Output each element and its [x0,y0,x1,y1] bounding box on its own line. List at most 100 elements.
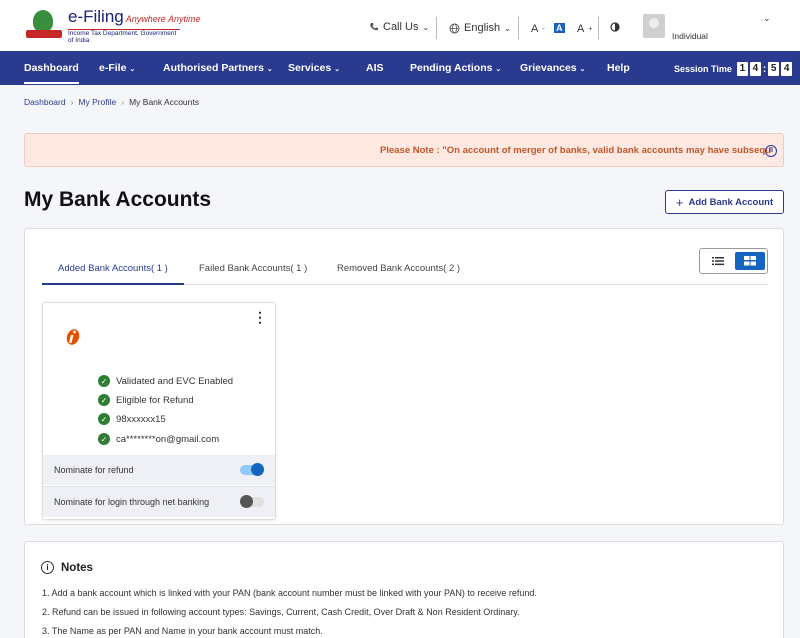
emblem-icon [24,8,64,42]
check-circle-icon: ✓ [98,413,110,425]
grid-icon [744,256,756,266]
session-label: Session Time [674,64,732,74]
font-decrease-label: A [531,23,539,35]
tab-added-accounts[interactable]: Added Bank Accounts( 1 ) [42,263,184,285]
check-circle-icon: ✓ [98,433,110,445]
notes-panel: i Notes 1. Add a bank account which is l… [24,541,784,638]
nominate-login-toggle[interactable] [240,495,264,508]
note-item: 3. The Name as per PAN and Name in your … [42,626,323,636]
add-bank-account-button[interactable]: + Add Bank Account [665,190,784,214]
font-increase-label: A [577,23,585,35]
font-decrease-button[interactable]: A- [531,23,545,35]
nav-label: Help [607,62,630,74]
bank-logo-icon [64,327,82,350]
feature-label: Eligible for Refund [116,394,194,406]
nav-label: Pending Actions [410,62,493,74]
pause-icon[interactable]: II [765,145,777,157]
bank-accounts-panel: Added Bank Accounts( 1 ) Failed Bank Acc… [24,228,784,525]
main-nav: Dashboard e-File ⌄ Authorised Partners ⌄… [0,51,800,85]
nominate-refund-toggle[interactable] [240,463,264,476]
breadcrumb-current: My Bank Accounts [129,97,199,107]
contrast-toggle[interactable] [610,22,620,32]
feature-label: Validated and EVC Enabled [116,375,234,387]
page-title: My Bank Accounts [24,188,212,211]
nav-label: e-File [99,62,127,74]
nominate-login-row: Nominate for login through net banking [43,487,275,517]
nav-efile[interactable]: e-File ⌄ [99,62,135,74]
font-reset-button[interactable]: A [554,23,565,33]
breadcrumb-dashboard[interactable]: Dashboard [24,97,66,107]
breadcrumb-my-profile[interactable]: My Profile [78,97,116,107]
chevron-down-icon: ⌄ [422,22,430,32]
note-item: 1. Add a bank account which is linked wi… [42,588,537,598]
brand-subtitle: Income Tax Department, Government of Ind… [68,29,180,44]
session-digit: 5 [768,62,780,76]
breadcrumb: Dashboard › My Profile › My Bank Accounts [24,97,199,107]
more-options-icon[interactable]: ⋮ [253,310,267,324]
feature-row: ✓ Eligible for Refund [98,394,194,406]
contrast-icon [610,22,620,32]
nav-label: Services [288,62,332,74]
call-us-dropdown[interactable]: Call Us ⌄ [369,21,429,33]
feature-row: ✓ 98xxxxxx15 [98,413,166,425]
tab-removed-accounts[interactable]: Removed Bank Accounts( 2 ) [337,263,460,274]
check-circle-icon: ✓ [98,394,110,406]
font-increase-button[interactable]: A + [577,23,592,35]
plus-icon: + [675,194,684,210]
session-digit: 1 [736,62,748,76]
nav-label: Grievances [520,62,577,74]
nav-label: Authorised Partners [163,62,264,74]
check-circle-icon: ✓ [98,375,110,387]
notice-text: Please Note : "On account of merger of b… [380,145,771,156]
nav-ais[interactable]: AIS [366,62,384,74]
add-bank-account-label: Add Bank Account [688,196,774,208]
nav-help[interactable]: Help [607,62,630,74]
font-reset-label: A [554,23,565,33]
tab-failed-accounts[interactable]: Failed Bank Accounts( 1 ) [199,263,307,274]
nominate-refund-label: Nominate for refund [54,465,134,475]
nominate-refund-row: Nominate for refund [43,455,275,485]
account-tabs: Added Bank Accounts( 1 ) Failed Bank Acc… [42,253,768,285]
nav-grievances[interactable]: Grievances ⌄ [520,62,585,74]
note-item: 2. Refund can be issued in following acc… [42,607,520,617]
avatar[interactable] [643,14,665,38]
list-view-button[interactable] [703,252,733,270]
nav-services[interactable]: Services ⌄ [288,62,340,74]
efiling-logo[interactable]: e-Filing Anywhere Anytime Income Tax Depa… [24,8,200,44]
nav-authorised-partners[interactable]: Authorised Partners ⌄ [163,62,273,74]
linked-email: ca********on@gmail.com [116,433,220,445]
bank-account-card: ⋮ ✓ Validated and EVC Enabled ✓ Eligible f… [42,302,276,520]
brand-title: e-Filing [68,7,124,26]
feature-row: ✓ Validated and EVC Enabled [98,375,233,387]
notice-banner: Please Note : "On account of merger of b… [24,133,784,167]
chevron-down-icon: ⌄ [495,66,502,73]
chevron-down-icon: ⌄ [334,66,341,73]
chevron-down-icon: ⌄ [129,66,136,73]
nav-label: AIS [366,62,384,74]
nav-pending-actions[interactable]: Pending Actions ⌄ [410,62,501,74]
chevron-down-icon: ⌄ [579,66,586,73]
view-toggle [699,248,768,274]
language-label: English [464,22,501,34]
nav-dashboard[interactable]: Dashboard [24,62,79,84]
chevron-down-icon: ⌄ [266,66,273,73]
call-us-label: Call Us [383,21,419,33]
language-dropdown[interactable]: English ⌄ [449,22,511,34]
list-icon [712,257,724,266]
globe-icon [449,23,460,33]
chevron-down-icon: ⌄ [504,23,511,33]
feature-row: ✓ ca********on@gmail.com [98,433,219,445]
nominate-login-label: Nominate for login through net banking [54,497,210,507]
user-type-label: Individual [672,31,708,41]
info-icon: i [41,561,54,574]
nav-label: Dashboard [24,62,79,74]
notes-title: Notes [61,561,93,574]
phone-icon [370,23,378,31]
session-digit: 4 [749,62,761,76]
brand-tagline: Anywhere Anytime [125,14,201,24]
grid-view-button[interactable] [735,252,765,270]
notes-heading: i Notes [41,561,93,574]
account-number: 98xxxxxx15 [116,413,166,425]
session-timer: Session Time 1 4 : 5 4 [674,62,793,76]
profile-menu-chevron-icon[interactable]: ⌄ [763,13,771,24]
